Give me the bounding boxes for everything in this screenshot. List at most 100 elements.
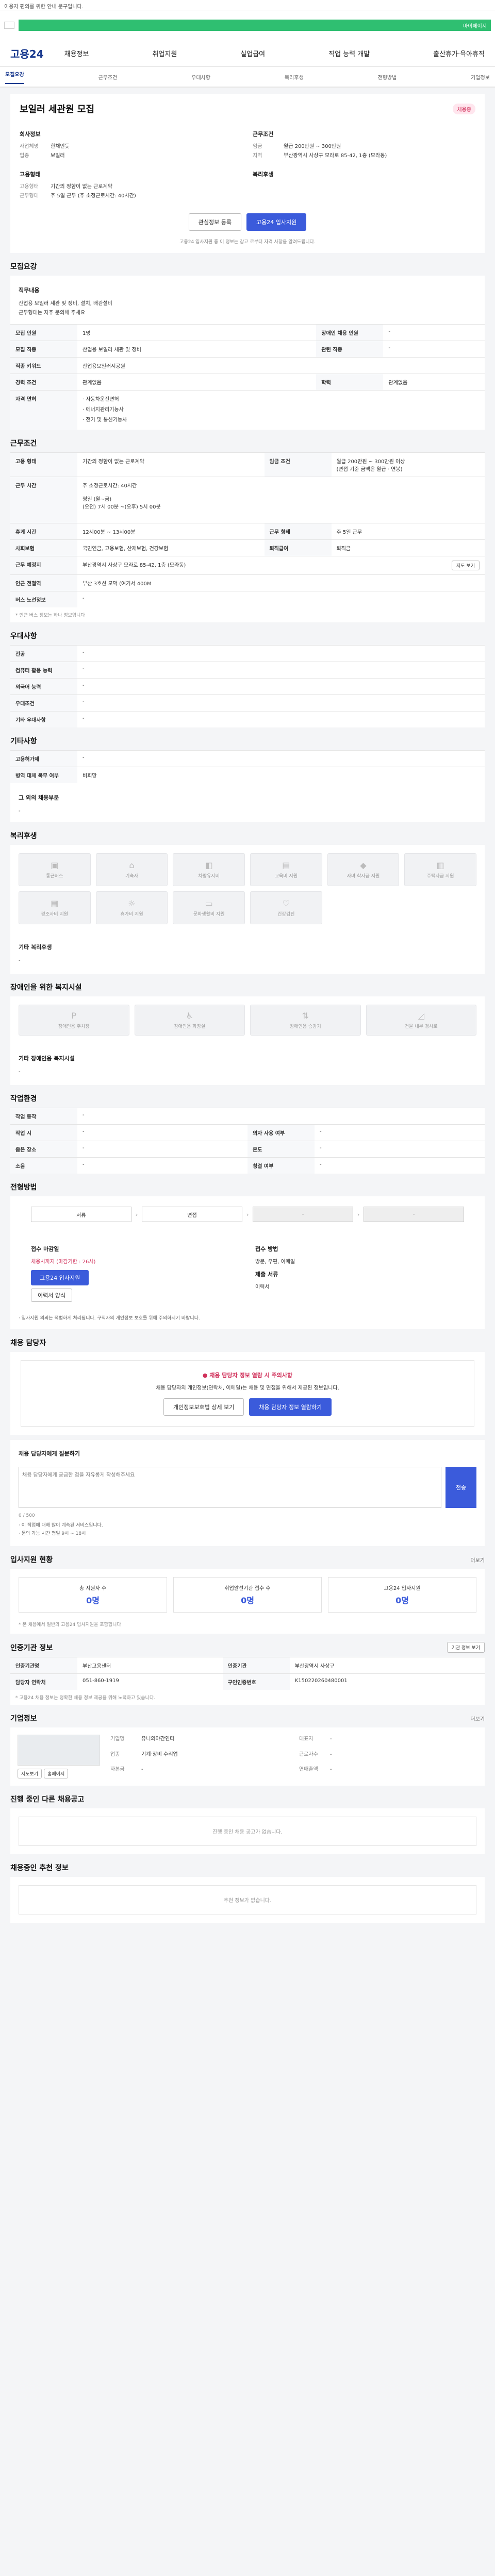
tab-process[interactable]: 전형방법 [378,73,397,81]
table-row: 기타 우대사항 - [10,711,485,727]
table-row: 고용 형태 기간의 정함이 없는 근로계약 임금 조건 월급 200만원 ~ 300만… [10,452,485,477]
others-title: 진행 중인 다른 채용공고 [10,1795,85,1804]
tile-label: 자녀 학자금 지원 [346,874,380,879]
cell-value: - [77,1157,248,1174]
disability-title: 장애인을 위한 복지시설 [10,984,82,992]
table-row: 경력 조건 관계없음 학력 관계없음 [10,374,485,391]
welfare-title: 복리후생 [10,832,37,840]
tab-work[interactable]: 근무조건 [98,73,118,81]
workenv-section: 작업 동작 - 작업 시 - 의자 사용 여부 - 좁은 장소 - 온도 - 소음 - 청결 여부… [10,1108,485,1174]
others-section: 진행 중인 채용 공고가 없습니다. [10,1808,485,1854]
table-row: 우대조건 - [10,694,485,711]
cell-value: 월급 200만원 ~ 300만원 이상 (면접 기준 금액은 월급 · 연봉) [331,452,485,477]
org-info-button[interactable]: 기관 정보 보기 [447,1642,485,1653]
cell-label: 전공 [10,645,77,662]
stat-box: 고용24 입사지원 0명 [328,1577,476,1613]
cell-value: - [77,662,485,679]
inquiry-input[interactable] [19,1467,441,1508]
disability-section: P 장애인용 주차장 ♿ 장애인용 화장실 ⇅ 장애인용 승강기 ◿ 건물 내부 경사로… [10,996,485,1085]
mypage-link[interactable]: 마이페이지 [463,22,487,29]
cell-value: 기간의 정함이 없는 근로계약 [77,452,265,477]
interest-button[interactable]: 관심정보 등록 [188,213,241,231]
welfare-tile: ⌂ 기숙사 [95,853,168,886]
map-button[interactable]: 지도 보기 [452,561,480,570]
menu-item[interactable]: 출산휴가·육아휴직 [433,48,485,58]
map-view-button[interactable]: 지도보기 [18,1769,42,1778]
job-summary: 보일러 세관원 모집 채용중 회사정보 사업체명 한채인듯 업종 보일러 고용형태 … [10,94,485,253]
cell-value: 산업용보일러시공원 [77,357,485,374]
cap-icon: ◆ [360,860,367,870]
cell-value: - [315,1157,485,1174]
flag-icon [4,22,14,29]
process-section: 서류 › 면접 › - › - 접수 마감일 채용시까지 (마감기한 : 26시) 고… [10,1196,485,1329]
privacy-button[interactable]: 개인정보보호법 상세 보기 [163,1398,244,1416]
cell-label: 온도 [248,1141,315,1158]
cell-label: 컴퓨터 활용 능력 [10,662,77,679]
homepage-button[interactable]: 홈페이지 [44,1769,69,1778]
tab-recruit[interactable]: 모집요강 [5,70,24,84]
cell-label: 인근 전철역 [10,574,77,591]
welfare-tile: ▤ 교육비 지원 [250,853,322,886]
work-table: 고용 형태 기간의 정함이 없는 근로계약 임금 조건 월급 200만원 ~ 300만… [10,452,485,607]
stat-value: 0명 [395,1596,409,1605]
similar-empty: 추천 정보가 없습니다. [19,1885,476,1914]
tab-company[interactable]: 기업정보 [471,73,490,81]
deadline-value: 채용시까지 (마감기한 : 26시) [31,1259,96,1265]
menu-item[interactable]: 취업지원 [152,48,177,58]
subsection-value: - [19,1069,21,1075]
car-icon: ◧ [205,860,213,870]
cell-label: 좁은 장소 [10,1141,77,1158]
subsection-title: 기타 복리후생 [19,944,52,951]
menu-item[interactable]: 직업 능력 개발 [328,48,370,58]
etc-title: 기타사항 [10,737,37,745]
tab-welfare[interactable]: 복리후생 [285,73,304,81]
cell-value: 부산고용센터 [77,1657,223,1674]
kv-key: 근무형태 [20,193,39,199]
stats-more-link[interactable]: 더보기 [470,1556,485,1564]
gov-bar: 마이페이지 [19,20,491,31]
main-menu: 채용정보 취업지원 실업급여 직업 능력 개발 출산휴가·육아휴직 [64,48,485,58]
kv-key: 업종 [20,153,29,159]
workenv-title: 작업환경 [10,1095,37,1103]
kv-val: - [141,1767,143,1773]
cell-label: 모집 직종 [10,341,77,358]
stat-box: 총 지원자 수 0명 [19,1577,167,1613]
cell-label: 인증기관 [222,1657,290,1674]
table-row: 전공 - [10,645,485,662]
cell-value: - [315,1141,485,1158]
cell-label: 인증기관명 [10,1657,77,1674]
site-logo[interactable]: 고용24 [10,46,44,61]
cell-label: 근무 형태 [264,523,332,540]
cell-label: 담당자 연락처 [10,1673,77,1690]
table-row: 모집 직종 산업용 보일러 세관 및 정비 관련 직종 - [10,341,485,358]
welfare-tile: ♡ 건강검진 [250,891,322,924]
desc-text: 산업용 보일러 세관 및 정비, 설치, 배관설비 근무형태는 자주 문의해 주… [19,301,112,316]
inquiry-title: 채용 담당자에게 질문하기 [19,1450,80,1457]
stats-note: * 본 채용에서 일반의 고용24 입사지원을 포함합니다 [19,1622,121,1628]
apply-button[interactable]: 고용24 입사지원 [246,213,307,231]
menu-item[interactable]: 실업급여 [240,48,265,58]
welfare-tile: ▭ 문화생활비 지원 [173,891,245,924]
cell-label: 근무 시간 [10,477,77,523]
tile-label: 경조사비 지원 [41,912,69,917]
cell-label: 관련 직종 [316,341,384,358]
table-row: 담당자 연락처 051-860-1919 구인인증번호 K15022026048000… [10,1673,485,1690]
company-more-link[interactable]: 더보기 [470,1715,485,1722]
stats-title: 입사지원 현황 [10,1556,53,1564]
tab-pref[interactable]: 우대사항 [191,73,210,81]
cell-value: 주 5일 근무 [331,523,485,540]
menu-item[interactable]: 채용정보 [64,48,89,58]
cell-value: - [77,711,485,727]
view-contact-button[interactable]: 채용 담당자 정보 열람하기 [249,1398,332,1416]
apply-button-2[interactable]: 고용24 입사지원 [31,1270,89,1285]
resume-form-button[interactable]: 이력서 양식 [31,1289,73,1302]
send-button[interactable]: 전송 [446,1467,476,1508]
cell-value: 주 소정근로시간: 40시간 평일 (월~금) (오전) 7시 00분 ~(오후… [77,477,485,523]
cell-value: - [77,1141,248,1158]
top-notice-bar: 이용자 편의를 위한 안내 문구입니다. [0,0,495,10]
kv-val: 기계·장비 수리업 [141,1751,178,1757]
status-badge: 채용중 [453,103,475,114]
cell-label: 작업 시 [10,1124,77,1141]
org-note: * 고용24 채용 정보는 정확한 채용 정보 제공을 위해 노력하고 있습니다… [15,1696,155,1701]
similar-title: 채용중인 추천 정보 [10,1864,69,1872]
